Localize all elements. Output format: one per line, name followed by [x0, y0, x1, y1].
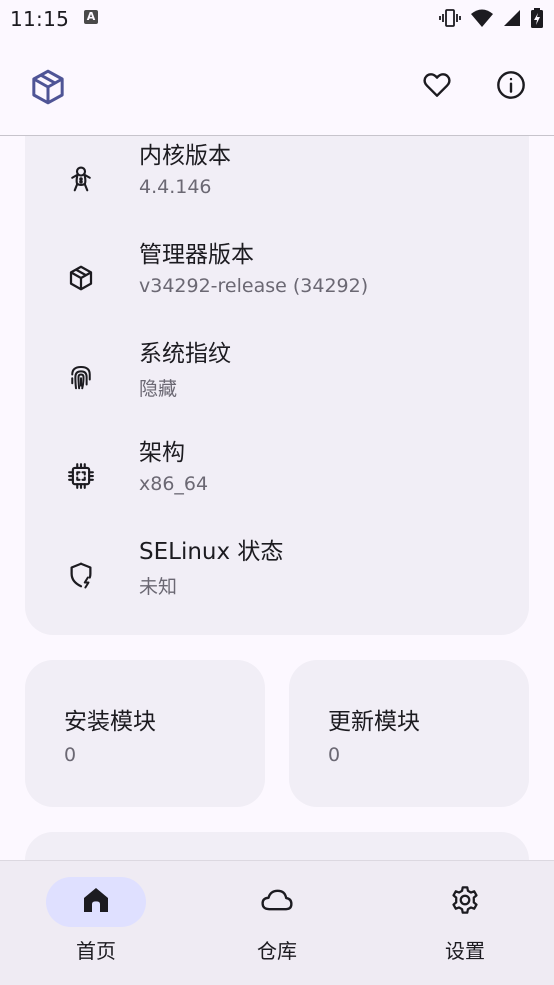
nav-item-home[interactable]: 首页: [4, 877, 188, 977]
update-modules-card[interactable]: 更新模块 0: [289, 660, 529, 807]
chip-icon: [65, 460, 97, 492]
nav-item-settings[interactable]: 设置: [373, 877, 554, 977]
wifi-icon: [470, 8, 494, 32]
home-icon: [80, 884, 112, 920]
nav-active-indicator: [46, 877, 146, 927]
update-modules-count: 0: [328, 744, 341, 766]
manager-version-label: 管理器版本: [139, 242, 254, 268]
status-icons: [438, 7, 544, 33]
nav-label-home: 首页: [76, 939, 116, 963]
nav-item-repository[interactable]: 仓库: [185, 877, 369, 977]
update-modules-title: 更新模块: [328, 709, 420, 735]
installed-modules-title: 安装模块: [64, 709, 156, 735]
selinux-status-label: SELinux 状态: [139, 539, 284, 565]
manager-version-value: v34292-release (34292): [139, 275, 369, 297]
architecture-value: x86_64: [139, 473, 209, 495]
installed-modules-count: 0: [64, 744, 77, 766]
nav-label-repository: 仓库: [257, 939, 297, 963]
status-time: 11:15: [10, 7, 70, 31]
vibrate-icon: [438, 7, 462, 33]
heart-icon[interactable]: [419, 67, 455, 103]
kernel-version-label: 内核版本: [139, 143, 231, 169]
gear-icon: [449, 884, 481, 920]
system-info-card: 内核版本 4.4.146 管理器版本 v34292-release (34292…: [25, 100, 529, 635]
package-icon: [65, 262, 97, 294]
fingerprint-icon: [65, 361, 97, 393]
info-row-system-fingerprint: 系统指纹 隐藏: [25, 341, 529, 447]
notification-badge-icon: A: [84, 10, 98, 24]
next-card-partial: [25, 832, 529, 860]
bottom-navigation: 首页 仓库 设置: [0, 860, 554, 985]
status-bar: 11:15 A: [0, 0, 554, 40]
cell-signal-icon: [502, 8, 522, 32]
nav-label-settings: 设置: [445, 939, 485, 963]
shield-bolt-icon: [65, 559, 97, 591]
system-fingerprint-label: 系统指纹: [139, 341, 231, 367]
cloud-icon: [260, 885, 294, 919]
system-fingerprint-value: 隐藏: [139, 378, 178, 400]
nav-pill-repository: [227, 877, 327, 927]
top-app-bar: [0, 40, 554, 136]
kernel-version-value: 4.4.146: [139, 176, 212, 198]
info-icon[interactable]: [493, 67, 529, 103]
gingerbread-icon: [65, 163, 97, 195]
installed-modules-card[interactable]: 安装模块 0: [25, 660, 265, 807]
info-row-kernel-version: 内核版本 4.4.146: [25, 143, 529, 249]
info-row-manager-version: 管理器版本 v34292-release (34292): [25, 242, 529, 348]
package-cube-icon: [28, 67, 68, 111]
architecture-label: 架构: [139, 440, 185, 466]
battery-charging-icon: [530, 7, 544, 33]
nav-pill-settings: [415, 877, 515, 927]
info-row-selinux-status: SELinux 状态 未知: [25, 539, 529, 645]
selinux-status-value: 未知: [139, 576, 178, 598]
